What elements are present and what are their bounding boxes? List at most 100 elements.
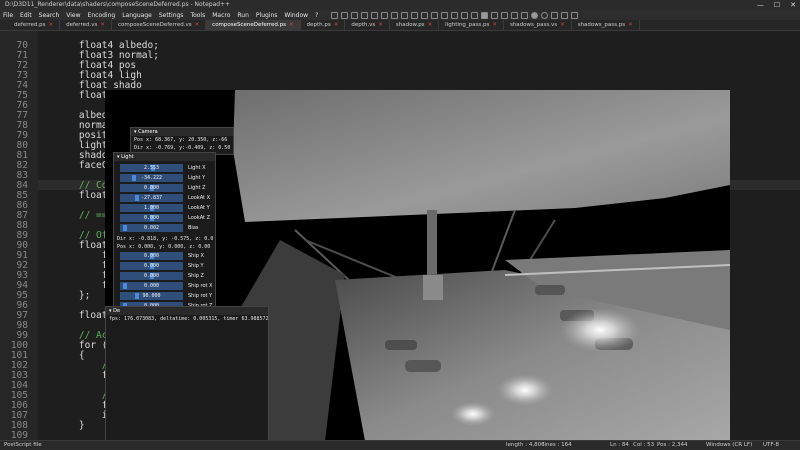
menu-settings[interactable]: Settings bbox=[159, 12, 184, 19]
slider-label: Ship Y bbox=[188, 263, 204, 269]
copy-icon[interactable] bbox=[401, 11, 409, 19]
close-tab-icon[interactable]: ✕ bbox=[492, 22, 497, 28]
maximize-button[interactable]: ☐ bbox=[774, 0, 780, 10]
slider-track[interactable]: 0.000 bbox=[120, 262, 183, 270]
open-file-icon[interactable] bbox=[341, 11, 349, 19]
camera-panel-header[interactable]: ▾ Camera bbox=[131, 128, 233, 136]
new-file-icon[interactable] bbox=[331, 11, 339, 19]
slider-track[interactable]: 0.002 bbox=[120, 224, 183, 232]
save-macro-icon[interactable] bbox=[571, 11, 579, 19]
close-tab-icon[interactable]: ✕ bbox=[289, 22, 294, 28]
tab-file[interactable]: composeSceneDeferred.vs ✕ bbox=[112, 20, 207, 31]
slider-track[interactable]: 0.000 bbox=[120, 282, 183, 290]
menu-encoding[interactable]: Encoding bbox=[88, 12, 116, 19]
slider-label: Ship rot Y bbox=[188, 293, 213, 299]
slider-label: Bias bbox=[188, 225, 199, 231]
zoom-out-icon[interactable] bbox=[471, 11, 479, 19]
tab-file[interactable]: deferred.vs ✕ bbox=[60, 20, 112, 31]
status-eol[interactable]: Windows (CR LF) bbox=[706, 441, 752, 450]
slider-track[interactable]: 0.000 bbox=[120, 272, 183, 280]
save-icon[interactable] bbox=[351, 11, 359, 19]
slider-track[interactable]: 0.000 bbox=[120, 184, 183, 192]
record-macro-icon[interactable] bbox=[531, 11, 539, 19]
cut-icon[interactable] bbox=[391, 11, 399, 19]
stop-macro-icon[interactable] bbox=[541, 11, 549, 19]
tab-file[interactable]: shadows_pass.vs ✕ bbox=[504, 20, 572, 31]
slider-track[interactable]: 0.000 bbox=[120, 214, 183, 222]
render-viewport[interactable]: ▾ Camera Pos x: 68.367, y: 20.350, z:-66… bbox=[105, 90, 730, 440]
function-list-icon[interactable] bbox=[521, 11, 529, 19]
camera-panel: ▾ Camera Pos x: 68.367, y: 20.350, z:-66… bbox=[130, 127, 234, 155]
tab-file[interactable]: depth.vs ✕ bbox=[345, 20, 390, 31]
menu-macro[interactable]: Macro bbox=[212, 12, 230, 19]
close-tab-icon[interactable]: ✕ bbox=[378, 22, 383, 28]
slider-track[interactable]: -34.222 bbox=[120, 174, 183, 182]
menu-file[interactable]: File bbox=[3, 12, 13, 19]
tab-file[interactable]: composeSceneDeferred.ps ✕ bbox=[206, 20, 301, 31]
menu-search[interactable]: Search bbox=[39, 12, 60, 19]
slider-value: 0.000 bbox=[143, 273, 160, 279]
tab-label: lighting_pass.ps bbox=[445, 22, 490, 28]
indent-guide-icon[interactable] bbox=[511, 11, 519, 19]
paste-icon[interactable] bbox=[411, 11, 419, 19]
slider-track[interactable]: 2.553 bbox=[120, 164, 183, 172]
close-tab-icon[interactable]: ✕ bbox=[334, 22, 339, 28]
slider-label: Ship X bbox=[188, 253, 204, 259]
light-spot-shape bbox=[497, 374, 553, 406]
status-encoding[interactable]: UTF-8 bbox=[763, 441, 779, 450]
slider-value: 0.000 bbox=[143, 283, 160, 289]
close-tab-icon[interactable]: ✕ bbox=[48, 22, 53, 28]
close-tab-icon[interactable]: ✕ bbox=[100, 22, 105, 28]
tab-label: shadows_pass.vs bbox=[509, 22, 558, 28]
show-all-chars-icon[interactable] bbox=[501, 11, 509, 19]
tab-file[interactable]: lighting_pass.ps ✕ bbox=[439, 20, 504, 31]
replace-icon[interactable] bbox=[451, 11, 459, 19]
menu-help[interactable]: ? bbox=[315, 12, 318, 19]
sync-scroll-icon[interactable] bbox=[481, 11, 489, 19]
menu-bar: File Edit Search View Encoding Language … bbox=[0, 10, 800, 20]
menu-run[interactable]: Run bbox=[237, 12, 249, 19]
print-icon[interactable] bbox=[381, 11, 389, 19]
menu-plugins[interactable]: Plugins bbox=[256, 12, 278, 19]
slider-track[interactable]: 1.000 bbox=[120, 204, 183, 212]
close-tab-icon[interactable]: ✕ bbox=[428, 22, 433, 28]
light-spot-shape bbox=[560, 308, 640, 352]
cannon-shape bbox=[405, 360, 441, 372]
tab-label: composeSceneDeferred.ps bbox=[212, 22, 287, 28]
close-tab-icon[interactable]: ✕ bbox=[195, 22, 200, 28]
light-panel-header[interactable]: ▾ Light bbox=[114, 153, 215, 161]
menu-view[interactable]: View bbox=[66, 12, 80, 19]
status-ln: Ln : 84 bbox=[610, 442, 629, 448]
slider-track[interactable]: 0.000 bbox=[120, 252, 183, 260]
close-tab-icon[interactable]: ✕ bbox=[628, 22, 633, 28]
slider-value: 0.000 bbox=[143, 215, 160, 221]
debug-panel-header[interactable]: ▾ De bbox=[106, 307, 268, 315]
find-icon[interactable] bbox=[441, 11, 449, 19]
minimize-button[interactable]: — bbox=[757, 0, 764, 10]
fps-text: fps: 176.073083, deltatime: 0.005315, ti… bbox=[109, 316, 269, 322]
menu-edit[interactable]: Edit bbox=[20, 12, 32, 19]
save-all-icon[interactable] bbox=[361, 11, 369, 19]
slider-track[interactable]: 90.000 bbox=[120, 292, 183, 300]
play-macro-icon[interactable] bbox=[551, 11, 559, 19]
tab-file[interactable]: depth.ps ✕ bbox=[301, 20, 346, 31]
close-tab-icon[interactable]: ✕ bbox=[560, 22, 565, 28]
slider-value: 0.000 bbox=[143, 253, 160, 259]
redo-icon[interactable] bbox=[431, 11, 439, 19]
cannon-shape bbox=[535, 285, 565, 295]
code-editor[interactable]: 70 71 72 73 74 75 76 77 78 79 80 81 82 83 84 85 86 87 88 89… bbox=[0, 31, 800, 440]
tab-file[interactable]: deferred.ps ✕ bbox=[8, 20, 61, 31]
tab-file[interactable]: shadows_pass.ps ✕ bbox=[572, 20, 640, 31]
menu-tools[interactable]: Tools bbox=[190, 12, 205, 19]
slider-track[interactable]: -27.837 bbox=[120, 194, 183, 202]
word-wrap-icon[interactable] bbox=[491, 11, 499, 19]
status-col: Col : 53 bbox=[633, 442, 655, 448]
close-file-icon[interactable] bbox=[371, 11, 379, 19]
undo-icon[interactable] bbox=[421, 11, 429, 19]
close-button[interactable]: ✕ bbox=[790, 0, 796, 10]
tab-file[interactable]: shadow.ps ✕ bbox=[390, 20, 440, 31]
zoom-in-icon[interactable] bbox=[461, 11, 469, 19]
run-macro-multiple-icon[interactable] bbox=[561, 11, 569, 19]
menu-language[interactable]: Language bbox=[122, 12, 152, 19]
menu-window[interactable]: Window bbox=[284, 12, 308, 19]
